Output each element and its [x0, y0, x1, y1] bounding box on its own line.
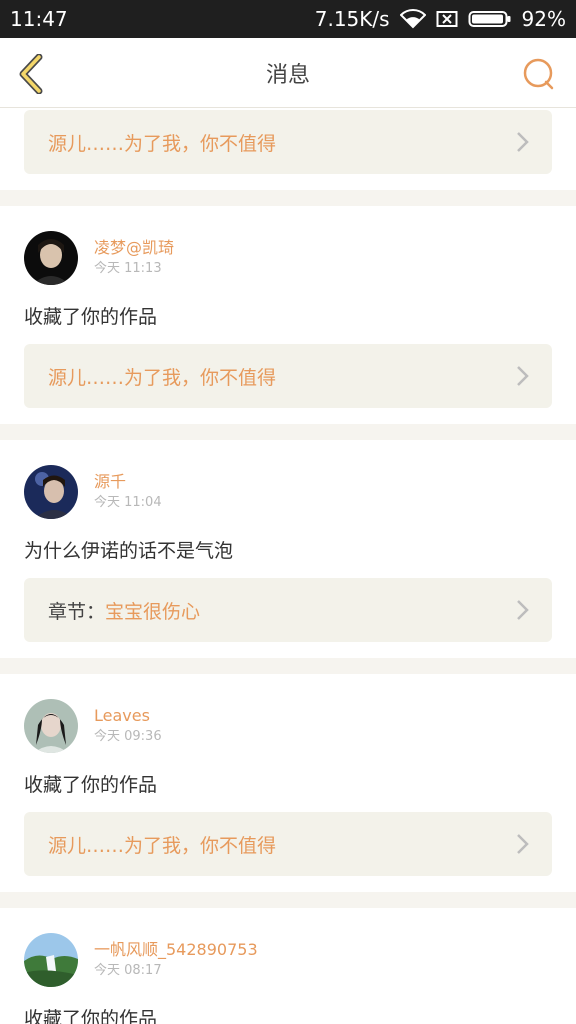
message-card: Leaves 今天 09:36 收藏了你的作品 源儿……为了我，你不值得 — [0, 674, 576, 892]
status-bar: 11:47 7.15K/s 92% — [0, 0, 576, 38]
work-link[interactable]: 源儿……为了我，你不值得 — [24, 344, 552, 408]
chevron-right-icon — [517, 600, 529, 620]
timestamp: 今天 11:04 — [94, 495, 162, 510]
message-text: 为什么伊诺的话不是气泡 — [24, 540, 234, 562]
search-button[interactable] — [518, 54, 558, 94]
chevron-right-icon — [517, 366, 529, 386]
network-speed: 7.15K/s — [314, 7, 390, 31]
chevron-right-icon — [517, 834, 529, 854]
work-link[interactable]: 源儿……为了我，你不值得 — [24, 110, 552, 174]
message-meta: 一帆风顺_542890753 今天 08:17 — [94, 939, 258, 981]
page-title: 消息 — [265, 62, 310, 88]
chapter-link[interactable]: 章节： 宝宝很伤心 — [24, 578, 552, 642]
user-name[interactable]: 源千 — [94, 471, 162, 493]
back-button[interactable] — [12, 54, 52, 94]
timestamp: 今天 11:13 — [94, 261, 162, 276]
message-card: 源千 今天 11:04 为什么伊诺的话不是气泡 章节： 宝宝很伤心 — [0, 440, 576, 658]
battery-percent: 92% — [521, 7, 566, 31]
battery-icon — [468, 9, 512, 29]
message-header: 凌梦@凯琦 今天 11:13 — [24, 230, 174, 286]
status-right-group: 7.15K/s 92% — [315, 7, 566, 31]
message-text: 收藏了你的作品 — [24, 1008, 158, 1024]
message-card: 一帆风顺_542890753 今天 08:17 收藏了你的作品 — [0, 908, 576, 1024]
message-card: 凌梦@凯琦 今天 11:13 收藏了你的作品 源儿……为了我，你不值得 — [0, 206, 576, 424]
avatar[interactable] — [24, 933, 78, 987]
work-link[interactable]: 源儿……为了我，你不值得 — [24, 812, 552, 876]
timestamp: 今天 09:36 — [94, 729, 162, 744]
avatar[interactable] — [24, 465, 78, 519]
message-meta: Leaves 今天 09:36 — [94, 705, 162, 747]
back-chevron-icon — [19, 54, 43, 94]
message-meta: 源千 今天 11:04 — [94, 471, 162, 513]
timestamp: 今天 08:17 — [94, 963, 162, 978]
user-name[interactable]: 凌梦@凯琦 — [94, 237, 174, 259]
message-card: 源儿……为了我，你不值得 — [0, 108, 576, 190]
message-list[interactable]: 源儿……为了我，你不值得 凌梦@凯琦 今天 11:13 收藏了你的作品 源儿……… — [0, 108, 576, 1024]
user-name[interactable]: Leaves — [94, 705, 162, 727]
avatar[interactable] — [24, 699, 78, 753]
message-text: 收藏了你的作品 — [24, 774, 158, 796]
search-icon — [523, 58, 554, 90]
chapter-link-label: 宝宝很伤心 — [105, 600, 201, 623]
user-name[interactable]: 一帆风顺_542890753 — [94, 939, 258, 961]
avatar[interactable] — [24, 231, 78, 285]
chapter-link-prefix: 章节： — [48, 600, 106, 623]
work-link-label: 源儿……为了我，你不值得 — [48, 366, 277, 389]
message-header: 一帆风顺_542890753 今天 08:17 — [24, 932, 258, 988]
message-header: Leaves 今天 09:36 — [24, 698, 162, 754]
message-text: 收藏了你的作品 — [24, 306, 158, 328]
chevron-right-icon — [517, 132, 529, 152]
nav-bar: 消息 — [0, 38, 576, 108]
status-time: 11:47 — [10, 7, 68, 31]
wifi-icon — [399, 9, 426, 29]
work-link-label: 源儿……为了我，你不值得 — [48, 834, 277, 857]
sim-missing-icon — [436, 10, 458, 28]
work-link-label: 源儿……为了我，你不值得 — [48, 132, 277, 155]
message-header: 源千 今天 11:04 — [24, 464, 162, 520]
message-meta: 凌梦@凯琦 今天 11:13 — [94, 237, 174, 279]
